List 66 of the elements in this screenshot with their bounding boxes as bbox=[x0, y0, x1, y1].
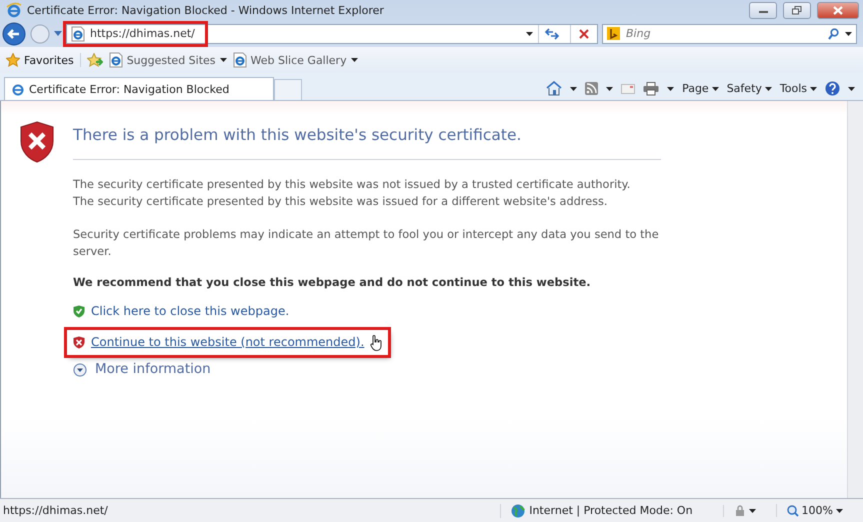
caret-icon bbox=[606, 86, 614, 90]
help-icon bbox=[825, 81, 840, 96]
restore-button[interactable] bbox=[783, 2, 811, 18]
caret-icon bbox=[220, 58, 227, 62]
expand-circle-icon bbox=[73, 362, 87, 376]
caret-icon bbox=[810, 86, 817, 90]
hand-cursor-icon bbox=[370, 334, 382, 350]
internet-explorer-logo-icon bbox=[6, 2, 22, 18]
caret-icon bbox=[848, 86, 855, 90]
security-zone-text: Internet | Protected Mode: On bbox=[529, 504, 693, 517]
close-button[interactable] bbox=[817, 2, 859, 18]
reason-text: The security certificate presented by this website was not issued by a trusted certificate authority. bbox=[73, 177, 632, 193]
history-caret-icon bbox=[54, 31, 62, 36]
window-title: Certificate Error: Navigation Blocked - Windows Internet Explorer bbox=[27, 4, 385, 16]
caret-icon bbox=[526, 32, 533, 36]
shield-error-icon bbox=[73, 336, 85, 349]
page-e-icon bbox=[232, 52, 247, 68]
caret-icon bbox=[764, 86, 772, 90]
status-url: https://dhimas.net/ bbox=[2, 504, 109, 517]
caret-icon bbox=[570, 86, 578, 90]
feed-icon bbox=[585, 82, 598, 95]
internet-explorer-logo-icon bbox=[11, 82, 25, 96]
error-heading: There is a problem with this website's security certificate. bbox=[73, 125, 661, 160]
close-icon bbox=[833, 6, 843, 14]
page-link[interactable]: Continue to this website (not recommended). bbox=[91, 334, 364, 351]
page-e-icon bbox=[108, 52, 123, 68]
more-information-toggle[interactable]: More information bbox=[95, 361, 211, 378]
caret-icon bbox=[712, 86, 719, 90]
caret-icon bbox=[836, 508, 843, 512]
globe-icon bbox=[511, 504, 526, 518]
search-bar[interactable]: Bing bbox=[602, 24, 857, 44]
printer-icon bbox=[643, 82, 660, 96]
favorites-bar-item[interactable]: Web Slice Gallery bbox=[232, 52, 358, 68]
restore-icon bbox=[792, 6, 802, 14]
search-icon bbox=[828, 28, 839, 40]
favorites-bar-item[interactable]: Favorites bbox=[6, 53, 81, 67]
page-e-icon bbox=[71, 26, 85, 42]
caret-icon bbox=[748, 508, 756, 512]
lock-icon bbox=[734, 504, 746, 516]
mail-icon bbox=[621, 84, 636, 94]
page-link[interactable]: Click here to close this webpage. bbox=[91, 303, 290, 320]
warning-text: Security certificate problems may indicate an attempt to fool you or intercept any data you send to the server. bbox=[73, 227, 660, 260]
command-menu[interactable]: Tools bbox=[780, 82, 817, 95]
home-icon bbox=[546, 81, 562, 96]
browser-tab[interactable]: Certificate Error: Navigation Blocked bbox=[4, 77, 274, 100]
minimize-button[interactable] bbox=[749, 2, 777, 18]
shield-check-icon bbox=[73, 305, 85, 318]
add-favorite-icon bbox=[86, 53, 103, 67]
command-menu[interactable]: Page bbox=[682, 82, 719, 95]
shield-error-icon bbox=[19, 121, 55, 163]
scrollbar[interactable] bbox=[847, 101, 863, 498]
search-provider-logo-icon bbox=[607, 27, 620, 40]
stop-icon bbox=[579, 28, 589, 38]
recommendation-text: We recommend that you close this webpage and do not continue to this website. bbox=[73, 275, 592, 291]
caret-icon bbox=[667, 86, 674, 90]
forward-button-icon bbox=[30, 24, 50, 44]
caret-icon bbox=[845, 32, 852, 36]
zoom-level[interactable]: 100% bbox=[802, 504, 833, 517]
star-icon bbox=[6, 53, 20, 67]
refresh-icon bbox=[545, 28, 559, 40]
command-menu[interactable]: Safety bbox=[726, 82, 772, 95]
caret-icon bbox=[350, 58, 358, 62]
favorites-bar-item[interactable]: Suggested Sites bbox=[108, 52, 227, 68]
zoom-icon bbox=[786, 504, 799, 516]
reason-text: The security certificate presented by this website was issued for a different website's address. bbox=[73, 194, 609, 210]
back-button-icon bbox=[2, 22, 26, 46]
